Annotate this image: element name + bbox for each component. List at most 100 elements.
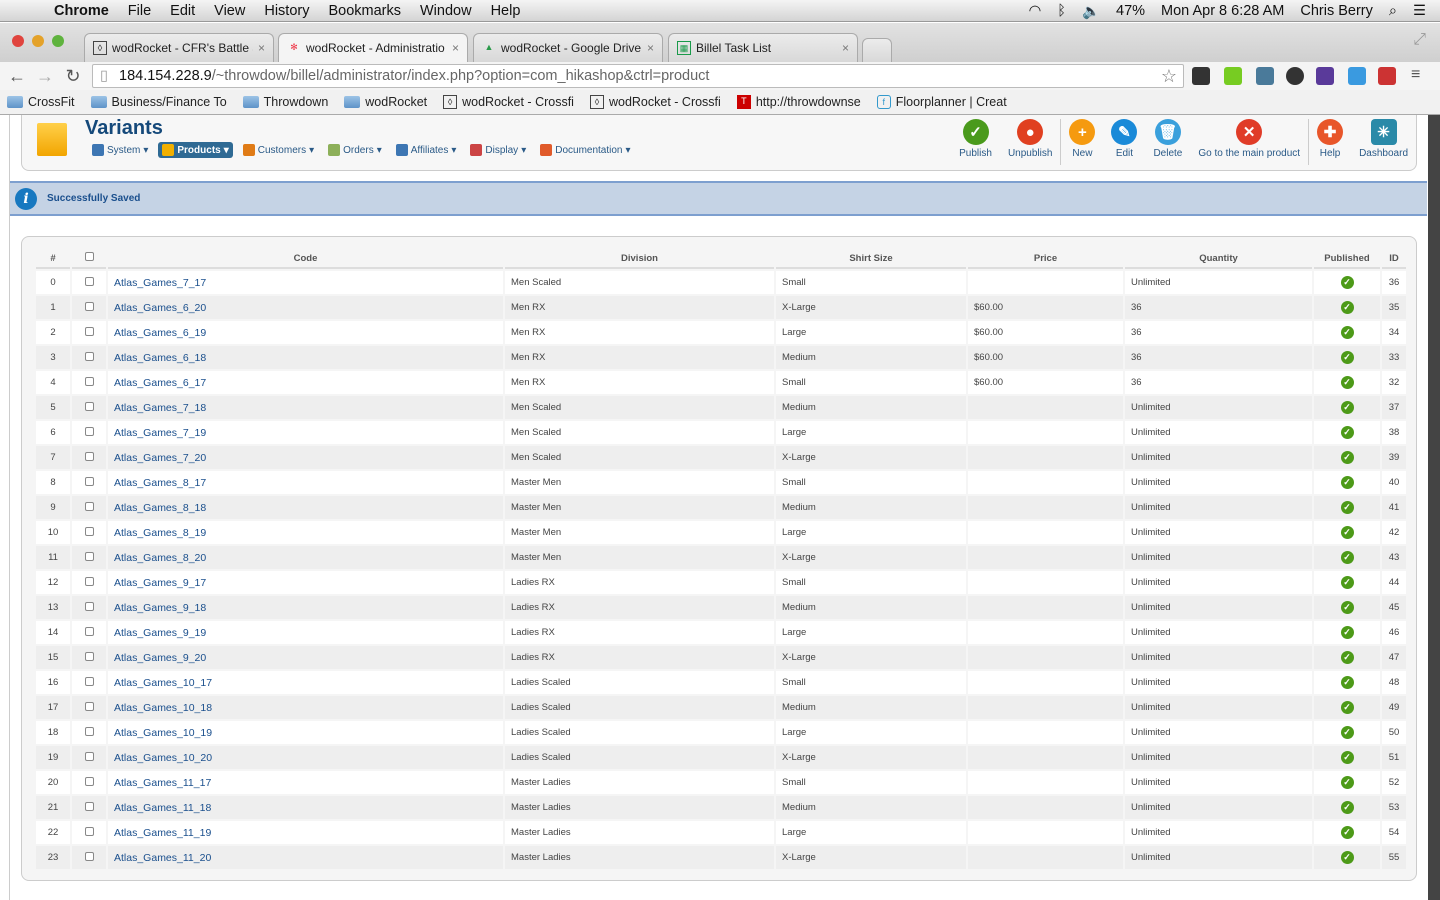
row-checkbox[interactable] [84, 276, 94, 286]
variant-code-link[interactable]: Atlas_Games_10_17 [108, 671, 503, 694]
user-name[interactable]: Chris Berry [1300, 3, 1373, 19]
bookmark-star-icon[interactable]: ☆ [1161, 66, 1177, 87]
variant-code-link[interactable]: Atlas_Games_9_20 [108, 646, 503, 669]
row-checkbox[interactable] [84, 376, 94, 386]
published-check-icon[interactable]: ✓ [1340, 426, 1354, 439]
row-checkbox[interactable] [84, 726, 94, 736]
published-check-icon[interactable]: ✓ [1340, 551, 1354, 564]
variant-code-link[interactable]: Atlas_Games_11_17 [108, 771, 503, 794]
tab-cfr-battle[interactable]: ◊ wodRocket - CFR's Battle a × [84, 33, 274, 62]
menu-view[interactable]: View [214, 3, 245, 19]
extension-color-icon[interactable] [1286, 67, 1304, 85]
forward-button[interactable]: → [31, 66, 59, 87]
new-button[interactable]: + New [1061, 119, 1103, 167]
row-checkbox[interactable] [84, 826, 94, 836]
menu-affiliates[interactable]: Affiliates ▾ [392, 142, 461, 158]
variant-code-link[interactable]: Atlas_Games_11_19 [108, 821, 503, 844]
publish-button[interactable]: ✓ Publish [951, 119, 1000, 167]
back-button[interactable]: ← [3, 66, 31, 87]
variant-code-link[interactable]: Atlas_Games_6_20 [108, 296, 503, 319]
close-tab-icon[interactable]: × [452, 41, 459, 55]
variant-code-link[interactable]: Atlas_Games_11_18 [108, 796, 503, 819]
bookmark-crossfit[interactable]: CrossFit [7, 95, 75, 109]
extension-wr-icon[interactable] [1378, 67, 1396, 85]
published-check-icon[interactable]: ✓ [1340, 326, 1354, 339]
variant-code-link[interactable]: Atlas_Games_6_18 [108, 346, 503, 369]
menu-window[interactable]: Window [420, 3, 472, 19]
variant-code-link[interactable]: Atlas_Games_9_18 [108, 596, 503, 619]
menu-customers[interactable]: Customers ▾ [239, 142, 318, 158]
row-checkbox[interactable] [84, 751, 94, 761]
variant-code-link[interactable]: Atlas_Games_8_17 [108, 471, 503, 494]
published-check-icon[interactable]: ✓ [1340, 701, 1354, 714]
zoom-window-button[interactable] [52, 35, 64, 47]
row-checkbox[interactable] [84, 701, 94, 711]
row-checkbox[interactable] [84, 801, 94, 811]
dashboard-button[interactable]: ✳ Dashboard [1351, 119, 1416, 167]
bookmark-wodrocket-crossfit-1[interactable]: ◊ wodRocket - Crossfi [443, 95, 574, 109]
published-check-icon[interactable]: ✓ [1340, 301, 1354, 314]
row-checkbox[interactable] [84, 476, 94, 486]
published-check-icon[interactable]: ✓ [1340, 501, 1354, 514]
published-check-icon[interactable]: ✓ [1340, 451, 1354, 464]
bluetooth-icon[interactable]: ᛒ [1057, 3, 1066, 19]
tab-task-list[interactable]: ▦ Billel Task List × [668, 33, 858, 62]
row-checkbox[interactable] [84, 401, 94, 411]
published-check-icon[interactable]: ✓ [1340, 401, 1354, 414]
variant-code-link[interactable]: Atlas_Games_11_20 [108, 846, 503, 869]
variant-code-link[interactable]: Atlas_Games_7_17 [108, 271, 503, 294]
bookmark-throwdown[interactable]: Throwdown [242, 95, 328, 109]
row-checkbox[interactable] [84, 351, 94, 361]
variant-code-link[interactable]: Atlas_Games_7_20 [108, 446, 503, 469]
bookmark-floorplanner[interactable]: f Floorplanner | Creat [876, 95, 1007, 109]
bookmark-wodrocket-crossfit-2[interactable]: ◊ wodRocket - Crossfi [589, 95, 721, 109]
tab-administration[interactable]: ✻ wodRocket - Administratio × [278, 33, 468, 62]
tab-google-drive[interactable]: ▲ wodRocket - Google Drive × [473, 33, 663, 62]
published-check-icon[interactable]: ✓ [1340, 676, 1354, 689]
variant-code-link[interactable]: Atlas_Games_7_18 [108, 396, 503, 419]
published-check-icon[interactable]: ✓ [1340, 801, 1354, 814]
scrollbar[interactable] [1428, 115, 1440, 900]
published-check-icon[interactable]: ✓ [1340, 751, 1354, 764]
menu-app[interactable]: Chrome [54, 3, 109, 19]
spotlight-search-icon[interactable]: ⌕ [1389, 3, 1397, 19]
fullscreen-icon[interactable]: ⤢ [1413, 31, 1426, 49]
menu-display[interactable]: Display ▾ [466, 142, 530, 158]
unpublish-button[interactable]: ● Unpublish [1000, 119, 1060, 167]
published-check-icon[interactable]: ✓ [1340, 576, 1354, 589]
menu-system[interactable]: System ▾ [88, 142, 152, 158]
variant-code-link[interactable]: Atlas_Games_9_17 [108, 571, 503, 594]
variant-code-link[interactable]: Atlas_Games_10_19 [108, 721, 503, 744]
published-check-icon[interactable]: ✓ [1340, 276, 1354, 289]
bookmark-business-finance[interactable]: Business/Finance To [90, 95, 227, 109]
extension-speed-icon[interactable] [1316, 67, 1334, 85]
select-all-checkbox[interactable] [84, 252, 94, 261]
help-button[interactable]: ✚ Help [1309, 119, 1351, 167]
extension-h-icon[interactable] [1192, 67, 1210, 85]
extension-blue-icon[interactable] [1348, 67, 1366, 85]
address-bar[interactable]: ▯ 184.154.228.9/~throwdow/billel/adminis… [92, 64, 1184, 88]
wifi-icon[interactable]: ◠ [1029, 3, 1042, 19]
notification-list-icon[interactable]: ☰ [1413, 3, 1426, 19]
variant-code-link[interactable]: Atlas_Games_8_18 [108, 496, 503, 519]
variant-code-link[interactable]: Atlas_Games_6_19 [108, 321, 503, 344]
published-check-icon[interactable]: ✓ [1340, 526, 1354, 539]
row-checkbox[interactable] [84, 651, 94, 661]
menu-file[interactable]: File [128, 3, 151, 19]
volume-icon[interactable]: 🔈 [1082, 3, 1100, 20]
header-select-all[interactable] [72, 249, 106, 269]
variant-code-link[interactable]: Atlas_Games_6_17 [108, 371, 503, 394]
row-checkbox[interactable] [84, 551, 94, 561]
row-checkbox[interactable] [84, 601, 94, 611]
new-tab-button[interactable] [862, 38, 892, 62]
row-checkbox[interactable] [84, 426, 94, 436]
menu-bookmarks[interactable]: Bookmarks [328, 3, 401, 19]
menu-help[interactable]: Help [491, 3, 521, 19]
row-checkbox[interactable] [84, 326, 94, 336]
published-check-icon[interactable]: ✓ [1340, 726, 1354, 739]
variant-code-link[interactable]: Atlas_Games_8_20 [108, 546, 503, 569]
published-check-icon[interactable]: ✓ [1340, 351, 1354, 364]
reload-button[interactable]: ↻ [59, 66, 87, 87]
row-checkbox[interactable] [84, 526, 94, 536]
published-check-icon[interactable]: ✓ [1340, 626, 1354, 639]
